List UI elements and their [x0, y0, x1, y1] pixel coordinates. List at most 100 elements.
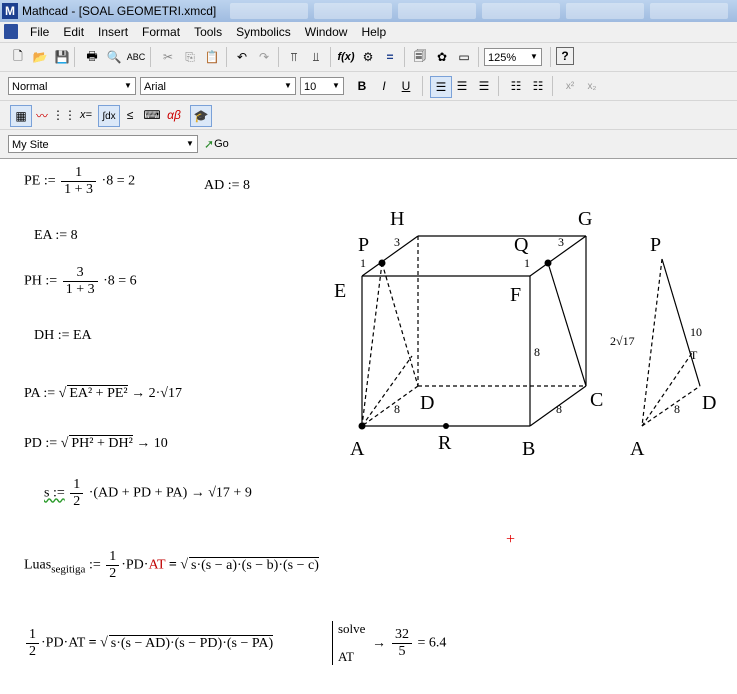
paste-icon[interactable]: 📋	[202, 47, 222, 67]
boolean-icon[interactable]: ≤	[120, 105, 140, 125]
solve-keyword[interactable]: solve	[338, 621, 365, 637]
calculus-icon[interactable]: ∫dx	[98, 105, 120, 127]
underline-button[interactable]: U	[396, 76, 416, 96]
menu-bar: File Edit Insert Format Tools Symbolics …	[0, 22, 737, 43]
solve-arrow: →	[372, 636, 386, 651]
numbered-list-icon[interactable]: ☷	[528, 76, 548, 96]
mathcad-app-icon[interactable]: M	[2, 3, 18, 19]
svg-text:T: T	[690, 348, 698, 362]
help-icon[interactable]: ?	[556, 47, 574, 65]
svg-text:3: 3	[394, 235, 400, 249]
print-icon[interactable]: 🖶	[82, 47, 102, 67]
menu-edit[interactable]: Edit	[63, 25, 84, 39]
svg-text:1: 1	[360, 256, 366, 270]
go-arrow-icon: ➚	[204, 137, 215, 151]
align-center-icon[interactable]: ☰	[452, 76, 472, 96]
calculator-icon[interactable]: ▦	[10, 105, 32, 127]
math-toolbar: ▦ 〰 ⋮⋮ x= ∫dx ≤ ⌨ αβ 🎓	[0, 101, 737, 130]
svg-text:A: A	[350, 438, 365, 460]
resource-center-icon[interactable]: 🗐	[410, 47, 430, 67]
font-size-select[interactable]: 10 ▼	[300, 77, 344, 95]
svg-text:D: D	[702, 392, 716, 414]
document-icon[interactable]	[4, 24, 18, 39]
s-definition[interactable]: s := 12 ·(AD + PD + PA) → √17 + 9	[44, 477, 252, 510]
ad-definition[interactable]: AD := 8	[204, 178, 250, 194]
svg-text:8: 8	[674, 402, 680, 416]
ea-definition[interactable]: EA := 8	[34, 228, 78, 244]
solve-bar	[332, 621, 333, 665]
svg-text:10: 10	[690, 325, 702, 339]
align-top-icon[interactable]: ⫪	[284, 47, 304, 67]
svg-text:Q: Q	[514, 234, 529, 256]
align-bottom-icon[interactable]: ⫫	[306, 47, 326, 67]
font-select[interactable]: Arial ▼	[140, 77, 296, 95]
solve-result[interactable]: 32 5 = 6.4	[390, 627, 446, 660]
menu-window[interactable]: Window	[305, 25, 348, 39]
svg-text:1: 1	[524, 256, 530, 270]
luas-segitiga-definition[interactable]: Luassegitiga := 1 2 ·PD·AT = √ s·(s − a)·(s…	[24, 549, 319, 582]
print-preview-icon[interactable]: 🔍	[104, 47, 124, 67]
copy-icon[interactable]: ⎘	[180, 47, 200, 67]
svg-text:E: E	[334, 280, 346, 302]
menu-file[interactable]: File	[30, 25, 49, 39]
programming-icon[interactable]: ⌨	[142, 105, 162, 125]
svg-text:P: P	[358, 234, 369, 256]
svg-text:H: H	[390, 208, 404, 230]
window-title: Mathcad - [SOAL GEOMETRI.xmcd]	[22, 4, 217, 18]
svg-text:8: 8	[534, 345, 540, 359]
menu-format[interactable]: Format	[142, 25, 180, 39]
insert-unit-icon[interactable]: ⚙	[358, 47, 378, 67]
svg-text:G: G	[578, 208, 592, 230]
pa-definition[interactable]: PA := √ EA² + PE² → 2·√17	[24, 385, 182, 402]
calculate-icon[interactable]: =	[380, 47, 400, 67]
matrix-icon[interactable]: ⋮⋮	[52, 105, 76, 125]
go-button[interactable]: ➚ Go	[204, 134, 244, 154]
symbolic-icon[interactable]: 🎓	[190, 105, 212, 127]
svg-text:R: R	[438, 432, 452, 454]
save-icon[interactable]: 💾	[52, 47, 72, 67]
bullet-list-icon[interactable]: ☷	[506, 76, 526, 96]
italic-button[interactable]: I	[374, 76, 394, 96]
formatting-toolbar: Normal ▼ Arial ▼ 10 ▼ B I U ☰ ☰ ☰ ☷ ☷ x² x₂	[0, 72, 737, 101]
worksheet[interactable]: PE := 11 + 3 ·8 = 2 AD := 8 EA := 8 PH :…	[0, 159, 737, 694]
spell-check-icon[interactable]: ABC	[126, 47, 146, 67]
menu-help[interactable]: Help	[361, 25, 386, 39]
menu-symbolics[interactable]: Symbolics	[236, 25, 291, 39]
undo-icon[interactable]: ↶	[232, 47, 252, 67]
greek-icon[interactable]: αβ	[164, 105, 184, 125]
menu-tools[interactable]: Tools	[194, 25, 222, 39]
insert-region-icon[interactable]: ▭	[454, 47, 474, 67]
style-select[interactable]: Normal ▼	[8, 77, 136, 95]
insertion-cursor: +	[506, 531, 516, 548]
dh-definition[interactable]: DH := EA	[34, 328, 92, 344]
component-icon[interactable]: ✿	[432, 47, 452, 67]
new-document-icon[interactable]: 🗋	[8, 47, 28, 67]
pe-definition[interactable]: PE := 11 + 3 ·8 = 2	[24, 165, 135, 198]
redo-icon[interactable]: ↷	[254, 47, 274, 67]
bold-button[interactable]: B	[352, 76, 372, 96]
svg-text:D: D	[420, 392, 434, 414]
menu-insert[interactable]: Insert	[98, 25, 128, 39]
solve-equation[interactable]: 1 2 ·PD·AT = √ s·(s − AD)·(s − PD)·(s − PA)	[24, 627, 274, 660]
align-left-icon[interactable]: ☰	[430, 76, 452, 98]
align-right-icon[interactable]: ☰	[474, 76, 494, 96]
subscript-icon[interactable]: x₂	[582, 76, 602, 96]
ph-definition[interactable]: PH := 31 + 3 ·8 = 6	[24, 265, 137, 298]
solve-variable[interactable]: AT	[338, 649, 354, 665]
zoom-select[interactable]: 125% ▼	[484, 48, 542, 66]
graph-icon[interactable]: 〰	[32, 105, 52, 125]
title-bar: M Mathcad - [SOAL GEOMETRI.xmcd]	[0, 0, 737, 23]
svg-text:8: 8	[556, 402, 562, 416]
open-folder-icon[interactable]: 📂	[30, 47, 50, 67]
cube-diagram: H G P Q E F D C A R B 3 3 1 1 8 8 8 P A …	[334, 208, 716, 460]
evaluation-icon[interactable]: x=	[76, 105, 96, 125]
svg-text:2√17: 2√17	[610, 334, 635, 348]
site-select[interactable]: My Site ▼	[8, 135, 198, 153]
svg-text:A: A	[630, 438, 645, 460]
superscript-icon[interactable]: x²	[560, 76, 580, 96]
web-toolbar: My Site ▼ ➚ Go	[0, 130, 737, 159]
svg-text:P: P	[650, 234, 661, 256]
pd-definition[interactable]: PD := √ PH² + DH² → 10	[24, 435, 168, 452]
cut-icon[interactable]: ✂	[158, 47, 178, 67]
insert-function-icon[interactable]: f(x)	[336, 47, 356, 67]
